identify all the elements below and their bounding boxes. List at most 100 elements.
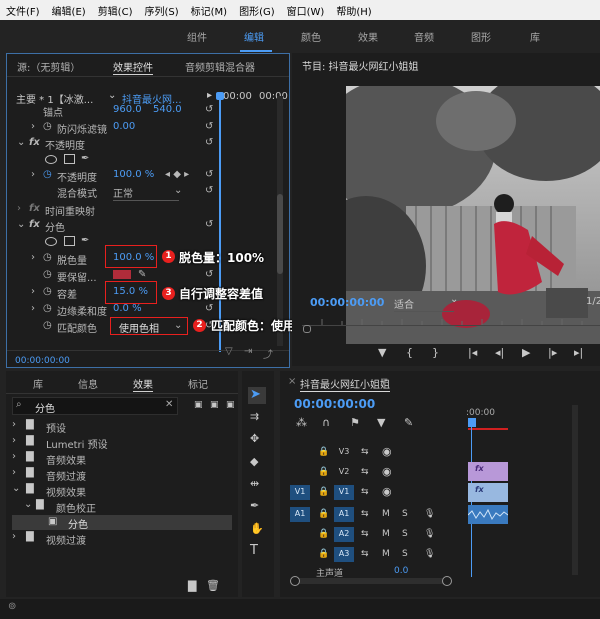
- lock-icon[interactable]: 🔒: [318, 445, 329, 459]
- track-label-a2[interactable]: A2: [334, 527, 354, 542]
- step-forward-icon[interactable]: |▸: [548, 346, 557, 360]
- chevron-right-icon[interactable]: ›: [31, 121, 35, 132]
- video-clip-v1[interactable]: fx: [468, 483, 508, 502]
- audio-clip-a1[interactable]: [467, 505, 509, 524]
- razor-tool-icon[interactable]: ◆: [250, 455, 258, 469]
- workspace-assembly[interactable]: 组件: [187, 29, 207, 44]
- solo-icon[interactable]: S: [402, 507, 408, 521]
- chevron-right-icon[interactable]: ›: [12, 451, 16, 462]
- tree-item-video-transitions[interactable]: › ▇ 视频过渡: [12, 531, 232, 547]
- tab-audio-clip-mixer[interactable]: 音频剪辑混合器: [185, 59, 255, 74]
- workspace-editing[interactable]: 编辑: [244, 29, 264, 44]
- selection-tool-icon[interactable]: ➤: [250, 388, 261, 402]
- mark-out-icon[interactable]: }: [432, 346, 439, 360]
- chevron-right-icon[interactable]: ›: [12, 419, 16, 430]
- chevron-down-icon[interactable]: ⌄: [450, 294, 458, 305]
- chevron-right-icon[interactable]: ›: [17, 203, 21, 214]
- program-monitor-title[interactable]: 节目: 抖音最火网红小姐姐: [302, 58, 419, 73]
- pen-tool-icon[interactable]: ✒: [250, 499, 259, 513]
- menu-window[interactable]: 窗口(W): [281, 3, 331, 18]
- chevron-right-icon[interactable]: ›: [31, 286, 35, 297]
- tree-item-presets[interactable]: › ▇ 预设: [12, 419, 232, 435]
- master-track-value[interactable]: 0.0: [394, 566, 408, 576]
- trash-icon[interactable]: 🗑: [206, 579, 220, 593]
- menu-sequence[interactable]: 序列(S): [138, 3, 184, 18]
- stopwatch-icon[interactable]: ◷: [43, 320, 52, 331]
- pen-icon[interactable]: ✒: [81, 153, 89, 164]
- chevron-down-icon[interactable]: ⌄: [12, 483, 20, 494]
- arrow-right-icon[interactable]: ▸: [207, 90, 212, 101]
- new-bin-icon[interactable]: ▇: [188, 579, 196, 593]
- reset-icon[interactable]: ↺: [205, 104, 213, 115]
- chevron-right-icon[interactable]: ›: [12, 531, 16, 542]
- zoom-handle-left[interactable]: [290, 576, 300, 586]
- lock-icon[interactable]: 🔒: [318, 465, 329, 479]
- chevron-down-icon[interactable]: ⌄: [17, 137, 25, 148]
- stopwatch-icon[interactable]: ◷: [43, 121, 52, 132]
- reset-icon[interactable]: ↺: [205, 121, 213, 132]
- sync-lock-icon[interactable]: ⇆: [361, 547, 369, 561]
- lock-icon[interactable]: 🔒: [318, 507, 329, 521]
- mute-icon[interactable]: M: [382, 507, 390, 521]
- menu-marker[interactable]: 标记(M): [185, 3, 233, 18]
- tab-markers[interactable]: 标记: [188, 376, 208, 391]
- video-clip-v2[interactable]: fx: [468, 462, 508, 481]
- sync-lock-icon[interactable]: ⇆: [361, 465, 369, 479]
- track-label-v2[interactable]: V2: [335, 465, 353, 479]
- lock-icon[interactable]: 🔒: [318, 547, 329, 561]
- workspace-audio[interactable]: 音频: [414, 29, 434, 44]
- color-swatch[interactable]: [113, 270, 131, 279]
- mark-in-icon[interactable]: {: [406, 346, 413, 360]
- stopwatch-icon[interactable]: ◷: [43, 286, 52, 297]
- chevron-right-icon[interactable]: ›: [12, 467, 16, 478]
- reset-icon[interactable]: ↺: [205, 219, 213, 230]
- tree-item-color-correction[interactable]: ⌄ ▇ 颜色校正: [12, 499, 232, 515]
- status-icon[interactable]: ⊚: [8, 601, 16, 612]
- export-icon[interactable]: ⇥: [244, 346, 252, 357]
- source-patch-a1[interactable]: A1: [290, 507, 310, 522]
- keyframe-nav-icon[interactable]: ◂ ◆ ▸: [165, 169, 189, 180]
- fx-icon[interactable]: fx: [29, 137, 40, 148]
- timeline-title[interactable]: 抖音最火网红小姐姐: [300, 376, 390, 392]
- workspace-color[interactable]: 颜色: [301, 29, 321, 44]
- menu-file[interactable]: 文件(F): [0, 3, 46, 18]
- hand-tool-icon[interactable]: ✋: [250, 522, 264, 536]
- scrollbar-thumb[interactable]: [277, 194, 283, 274]
- add-marker-icon[interactable]: ⚑: [350, 416, 360, 430]
- playhead-handle[interactable]: [216, 92, 224, 100]
- step-back-icon[interactable]: ◂|: [495, 346, 504, 360]
- tree-item-leave-color[interactable]: ▣ 分色: [12, 515, 232, 531]
- zoom-handle[interactable]: [303, 325, 311, 333]
- filter-icon[interactable]: ▽: [225, 346, 233, 357]
- solo-icon[interactable]: S: [402, 547, 408, 561]
- rectangle-mask-icon[interactable]: [64, 236, 75, 246]
- zoom-handle-right[interactable]: [442, 576, 452, 586]
- eye-icon[interactable]: ◉: [382, 465, 392, 479]
- pen-icon[interactable]: ✒: [81, 235, 89, 246]
- track-label-a3[interactable]: A3: [334, 547, 354, 562]
- source-patch-v1[interactable]: V1: [290, 485, 310, 500]
- stopwatch-icon[interactable]: ◷: [43, 269, 52, 280]
- stopwatch-icon[interactable]: ◷: [43, 169, 52, 180]
- snap-icon[interactable]: ⁂: [296, 416, 307, 430]
- track-select-tool-icon[interactable]: ⇉: [250, 410, 259, 424]
- effects-search-box[interactable]: ⌕ 分色 ✕: [12, 397, 178, 415]
- effects-search-input[interactable]: 分色: [35, 400, 55, 415]
- eye-icon[interactable]: ◉: [382, 485, 392, 499]
- chevron-right-icon[interactable]: ›: [12, 435, 16, 446]
- playhead-line[interactable]: [471, 427, 472, 577]
- resolution-select[interactable]: 1/2: [586, 296, 600, 307]
- marker-icon[interactable]: ▼: [377, 416, 385, 430]
- stopwatch-icon[interactable]: ◷: [43, 252, 52, 263]
- fx-icon[interactable]: fx: [29, 219, 40, 230]
- chevron-down-icon[interactable]: ⌄: [24, 499, 32, 510]
- lock-icon[interactable]: 🔒: [318, 527, 329, 541]
- timeline-vertical-scrollbar[interactable]: [572, 405, 578, 575]
- eye-icon[interactable]: ◉: [382, 445, 392, 459]
- mic-icon[interactable]: 🎙: [424, 507, 435, 521]
- add-marker-icon[interactable]: ▼: [378, 346, 386, 360]
- menu-help[interactable]: 帮助(H): [330, 3, 377, 18]
- chevron-down-icon[interactable]: ⌄: [108, 90, 116, 101]
- mute-icon[interactable]: M: [382, 547, 390, 561]
- work-area-bar[interactable]: [468, 428, 508, 430]
